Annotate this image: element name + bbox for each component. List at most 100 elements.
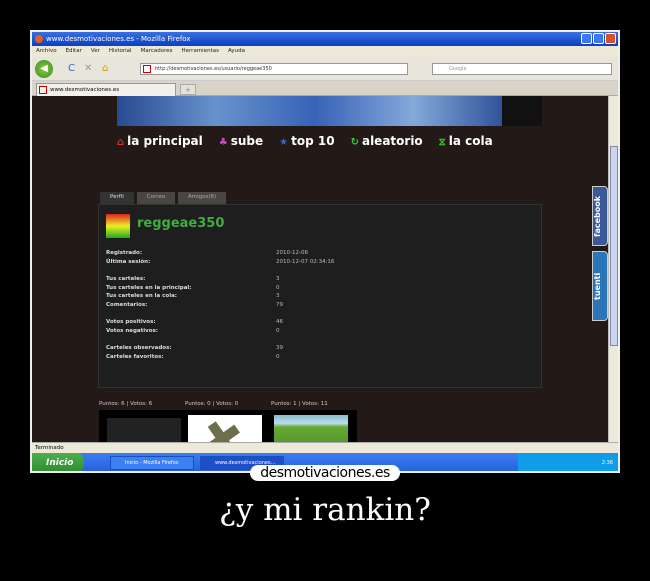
home-icon[interactable]: ⌂: [102, 63, 108, 75]
nav-label: la principal: [127, 134, 203, 148]
stat-row: Registrado: 2010-12-06: [106, 250, 536, 259]
site-nav: ⌂ la principal ♣ sube ★ top 10 ↻ aleatorio ⧖ la c…: [117, 134, 493, 148]
stat-label: Votos negativos:: [106, 327, 158, 334]
tuenti-tab[interactable]: tuenti: [592, 251, 608, 321]
nav-icon: ★: [279, 137, 289, 148]
title-bar: www.desmotivaciones.es - Mozilla Firefox: [32, 32, 618, 46]
reload-icon[interactable]: C: [68, 63, 75, 75]
favicon: [39, 86, 47, 94]
stat-row: Carteles favoritos: 0: [106, 354, 536, 363]
nav-icon: ⌂: [117, 137, 125, 148]
stat-label: Carteles favoritos:: [106, 353, 164, 360]
url-text: http://desmotivaciones.es/usuario/reggea…: [155, 66, 272, 72]
nav-icon: ♣: [218, 137, 228, 148]
avatar: [106, 214, 130, 238]
search-placeholder: Google: [449, 66, 467, 72]
url-bar[interactable]: http://desmotivaciones.es/usuario/reggea…: [140, 63, 408, 75]
thumbnail-score: Puntos: 1 | Votos: 11: [271, 401, 328, 407]
stat-value: 2010-12-07 02:34:16: [276, 258, 335, 265]
stat-value: 0: [276, 327, 280, 334]
stat-label: Tus carteles en la principal:: [106, 284, 192, 291]
username: reggeae350: [137, 216, 225, 231]
stat-label: Votos positivos:: [106, 319, 156, 325]
menu-item[interactable]: Archivo: [36, 46, 57, 57]
tab-label: www.desmotivaciones.es: [50, 87, 120, 93]
stat-label: Tus carteles en la cola:: [106, 293, 178, 299]
menu-item[interactable]: Editar: [66, 46, 82, 57]
nav-icon: ↻: [350, 137, 359, 148]
stat-value: 39: [276, 345, 283, 351]
poster-caption: ¿y mi rankin?: [219, 492, 431, 528]
menu-bar: Archivo Editar Ver Historial Marcadores Herra…: [32, 46, 618, 57]
stat-value: 3: [276, 293, 280, 299]
stat-label: Comentarios:: [106, 301, 148, 308]
nav-label: top 10: [291, 134, 335, 148]
screenshot-frame: www.desmotivaciones.es - Mozilla Firefox…: [30, 30, 620, 473]
site-logo: desmotivaciones.es: [250, 465, 400, 481]
site-banner: [117, 96, 542, 126]
nav-label: aleatorio: [361, 134, 423, 148]
site-nav-item[interactable]: ⌂ la principal: [117, 134, 203, 148]
profile-tab[interactable]: Amigos(6): [178, 192, 227, 204]
clock: 2:36: [601, 460, 613, 466]
thumbnail-score: Puntos: 0 | Votos: 0: [185, 401, 239, 407]
stat-value: 0: [276, 353, 280, 360]
stat-row: Carteles observados: 39: [106, 345, 536, 354]
stat-row: Última sesión: 2010-12-07 02:34:16: [106, 259, 536, 268]
stat-row: Tus carteles en la principal: 0: [106, 285, 536, 294]
taskbar-item[interactable]: Inicio - Mozilla Firefox: [110, 456, 194, 470]
menu-item[interactable]: Herramientas: [182, 46, 219, 57]
nav-label: sube: [230, 134, 264, 148]
stat-label: Carteles observados:: [106, 345, 172, 351]
stat-row: Tus carteles: 3: [106, 276, 536, 285]
stop-icon[interactable]: ✕: [84, 63, 92, 75]
page-content: ⌂ la principal ♣ sube ★ top 10 ↻ aleatorio ⧖ la c…: [32, 96, 608, 470]
stat-row: Tus carteles en la cola: 3: [106, 293, 536, 302]
menu-item[interactable]: Ver: [91, 46, 100, 57]
search-input[interactable]: Google: [432, 63, 612, 75]
menu-item[interactable]: Ayuda: [228, 46, 245, 57]
stat-row: Comentarios: 79: [106, 302, 536, 311]
profile-tabs: Perfil Correo Amigos(6): [100, 192, 227, 204]
tab-bar: www.desmotivaciones.es +: [32, 81, 618, 96]
profile-tab[interactable]: Correo: [136, 192, 176, 204]
status-bar: Terminado: [32, 442, 618, 453]
window-title: www.desmotivaciones.es - Mozilla Firefox: [46, 35, 191, 43]
site-nav-item[interactable]: ♣ sube: [219, 134, 263, 148]
profile-tab[interactable]: Perfil: [100, 192, 134, 204]
back-button[interactable]: ◀: [35, 60, 53, 78]
system-tray: 2:36: [518, 453, 618, 471]
start-button[interactable]: Inicio: [32, 453, 84, 471]
stat-row: Votos positivos: 46: [106, 319, 536, 328]
site-nav-item[interactable]: ↻ aleatorio: [351, 134, 423, 148]
site-nav-item[interactable]: ★ top 10: [279, 134, 334, 148]
profile-box: reggeae350 Registrado: 2010-12-06 Última s…: [98, 204, 542, 388]
stat-label: Última sesión:: [106, 258, 151, 265]
nav-icon: ⧖: [438, 137, 446, 148]
minimize-button[interactable]: [581, 33, 592, 44]
stat-value: 79: [276, 301, 283, 308]
site-nav-item[interactable]: ⧖ la cola: [439, 134, 493, 148]
stat-value: 46: [276, 319, 283, 325]
stat-label: Tus carteles:: [106, 276, 146, 282]
firefox-icon: [35, 35, 43, 43]
stat-value: 3: [276, 276, 280, 282]
stat-value: 2010-12-06: [276, 250, 308, 256]
favicon: [143, 65, 151, 73]
browser-tab[interactable]: www.desmotivaciones.es: [36, 83, 176, 96]
stat-value: 0: [276, 284, 280, 291]
close-button[interactable]: [605, 33, 616, 44]
thumbnail-score: Puntos: 6 | Votos: 6: [99, 401, 153, 407]
menu-item[interactable]: Marcadores: [141, 46, 173, 57]
scrollbar[interactable]: [608, 96, 618, 442]
new-tab-button[interactable]: +: [180, 84, 196, 95]
stat-row: Votos negativos: 0: [106, 328, 536, 337]
stat-label: Registrado:: [106, 250, 143, 256]
maximize-button[interactable]: [593, 33, 604, 44]
facebook-tab[interactable]: facebook: [592, 186, 608, 246]
nav-label: la cola: [448, 134, 493, 148]
menu-item[interactable]: Historial: [109, 46, 132, 57]
